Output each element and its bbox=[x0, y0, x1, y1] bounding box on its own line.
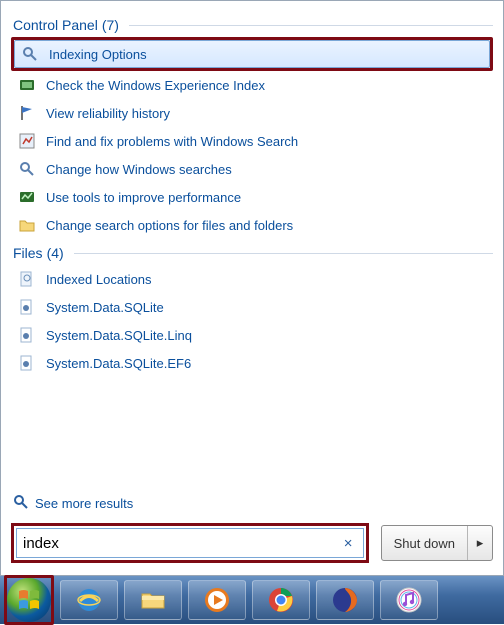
folder-icon bbox=[139, 586, 167, 614]
control-panel-results: Indexing Options Check the Windows Exper… bbox=[11, 37, 493, 239]
shutdown-button[interactable]: Shut down bbox=[382, 526, 468, 560]
search-doc-icon bbox=[18, 270, 36, 288]
start-menu-results: Control Panel (7) Indexing Options Check… bbox=[0, 0, 504, 576]
taskbar bbox=[0, 576, 504, 624]
see-more-label: See more results bbox=[35, 496, 133, 511]
see-more-results[interactable]: See more results bbox=[11, 486, 493, 523]
config-file-icon bbox=[18, 298, 36, 316]
experience-icon bbox=[18, 76, 36, 94]
section-header-files: Files (4) bbox=[13, 245, 493, 261]
chrome-icon bbox=[267, 586, 295, 614]
search-input[interactable] bbox=[23, 535, 340, 552]
result-label: View reliability history bbox=[46, 106, 170, 121]
shutdown-split-button: Shut down ▸ bbox=[381, 525, 493, 561]
result-label: Indexed Locations bbox=[46, 272, 152, 287]
result-experience-index[interactable]: Check the Windows Experience Index bbox=[11, 71, 493, 99]
result-label: Check the Windows Experience Index bbox=[46, 78, 265, 93]
result-label: Find and fix problems with Windows Searc… bbox=[46, 134, 298, 149]
result-label: Indexing Options bbox=[49, 47, 147, 62]
highlight-search-box: × bbox=[11, 523, 369, 563]
flag-icon bbox=[18, 104, 36, 122]
config-file-icon bbox=[18, 354, 36, 372]
result-indexed-locations[interactable]: Indexed Locations bbox=[11, 265, 493, 293]
shutdown-options-arrow[interactable]: ▸ bbox=[468, 526, 492, 560]
result-fix-search[interactable]: Find and fix problems with Windows Searc… bbox=[11, 127, 493, 155]
result-label: Change how Windows searches bbox=[46, 162, 232, 177]
divider bbox=[74, 253, 493, 254]
result-label: System.Data.SQLite.Linq bbox=[46, 328, 192, 343]
result-sqlite-linq[interactable]: System.Data.SQLite.Linq bbox=[11, 321, 493, 349]
result-label: Use tools to improve performance bbox=[46, 190, 241, 205]
section-count: (7) bbox=[102, 17, 119, 33]
search-icon bbox=[13, 494, 29, 513]
files-results: Indexed Locations System.Data.SQLite Sys… bbox=[11, 265, 493, 377]
section-count: (4) bbox=[47, 245, 64, 261]
result-reliability[interactable]: View reliability history bbox=[11, 99, 493, 127]
itunes-icon bbox=[395, 586, 423, 614]
section-header-control-panel: Control Panel (7) bbox=[13, 17, 493, 33]
taskbar-file-explorer[interactable] bbox=[124, 580, 182, 620]
result-label: System.Data.SQLite.EF6 bbox=[46, 356, 191, 371]
shutdown-label: Shut down bbox=[394, 536, 455, 551]
result-folder-options[interactable]: Change search options for files and fold… bbox=[11, 211, 493, 239]
result-change-search[interactable]: Change how Windows searches bbox=[11, 155, 493, 183]
bottom-row: × Shut down ▸ bbox=[11, 523, 493, 569]
taskbar-internet-explorer[interactable] bbox=[60, 580, 118, 620]
result-indexing-options[interactable]: Indexing Options bbox=[14, 40, 490, 68]
taskbar-itunes[interactable] bbox=[380, 580, 438, 620]
search-box[interactable]: × bbox=[16, 528, 364, 558]
divider bbox=[129, 25, 493, 26]
indexing-icon bbox=[21, 45, 39, 63]
taskbar-chrome[interactable] bbox=[252, 580, 310, 620]
config-file-icon bbox=[18, 326, 36, 344]
taskbar-firefox[interactable] bbox=[316, 580, 374, 620]
troubleshoot-icon bbox=[18, 132, 36, 150]
result-sqlite[interactable]: System.Data.SQLite bbox=[11, 293, 493, 321]
result-label: System.Data.SQLite bbox=[46, 300, 164, 315]
taskbar-media-player[interactable] bbox=[188, 580, 246, 620]
result-label: Change search options for files and fold… bbox=[46, 218, 293, 233]
media-player-icon bbox=[203, 586, 231, 614]
highlight-indexing-options: Indexing Options bbox=[11, 37, 493, 71]
windows-logo-icon bbox=[16, 587, 42, 613]
highlight-start-button bbox=[4, 575, 54, 625]
result-improve-perf[interactable]: Use tools to improve performance bbox=[11, 183, 493, 211]
chevron-right-icon: ▸ bbox=[477, 535, 484, 551]
section-title: Files bbox=[13, 245, 43, 261]
start-button[interactable] bbox=[7, 578, 51, 622]
ie-icon bbox=[75, 586, 103, 614]
result-sqlite-ef6[interactable]: System.Data.SQLite.EF6 bbox=[11, 349, 493, 377]
performance-icon bbox=[18, 188, 36, 206]
firefox-icon bbox=[331, 586, 359, 614]
section-title: Control Panel bbox=[13, 17, 98, 33]
clear-search-icon[interactable]: × bbox=[340, 535, 357, 552]
indexing-icon bbox=[18, 160, 36, 178]
folder-options-icon bbox=[18, 216, 36, 234]
